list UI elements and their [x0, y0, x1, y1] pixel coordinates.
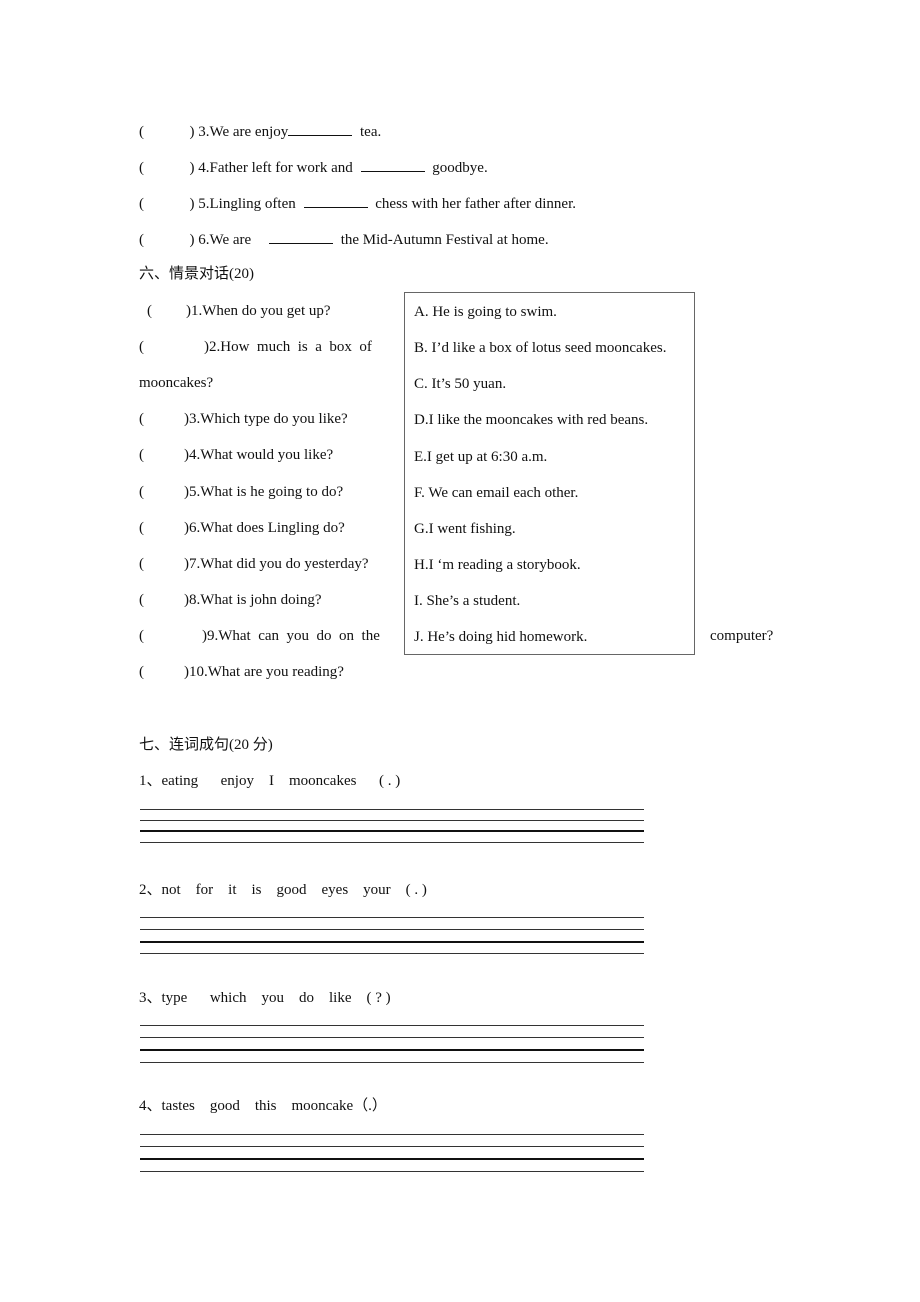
dialogue-question-10: ( )10.What are you reading?	[139, 663, 344, 681]
answer-paren-open: (	[139, 556, 144, 572]
writing-line	[140, 1049, 644, 1051]
answer-paren-close: )	[189, 196, 195, 212]
writing-line	[140, 820, 644, 821]
answer-paren-close: )	[189, 124, 195, 140]
writing-lines-4[interactable]	[140, 1134, 644, 1174]
sentence-item-3: 3、type which you do like ( ? )	[139, 990, 391, 1006]
writing-lines-3[interactable]	[140, 1025, 644, 1065]
option-b: B. I’d like a box of lotus seed mooncake…	[414, 340, 667, 356]
question-text: )9.What can you do on the	[202, 628, 380, 644]
writing-lines-2[interactable]	[140, 917, 644, 957]
blank-line[interactable]	[360, 157, 425, 172]
answer-paren-open: (	[139, 160, 144, 176]
writing-line	[140, 1158, 644, 1160]
writing-line	[140, 1025, 644, 1026]
answer-paren-open: (	[139, 124, 144, 140]
dialogue-question-1: ( )1.When do you get up?	[147, 302, 331, 320]
question-text: 6.We are	[198, 232, 252, 248]
option-g: G.I went fishing.	[414, 521, 516, 537]
answer-paren-open: (	[139, 664, 144, 680]
answer-paren-open: (	[139, 484, 144, 500]
option-c: C. It’s 50 yuan.	[414, 376, 507, 392]
dialogue-question-2-continuation: mooncakes?	[139, 374, 213, 392]
option-i: I. She’s a student.	[414, 593, 521, 609]
writing-lines-1[interactable]	[140, 809, 644, 849]
answer-paren-open: (	[139, 196, 144, 212]
answer-paren-open: (	[139, 520, 144, 536]
blank-line[interactable]	[288, 121, 353, 136]
question-tail: goodbye.	[432, 160, 488, 176]
sentence-item-1: 1、eating enjoy I mooncakes ( . )	[139, 773, 401, 789]
answer-paren-open: (	[139, 339, 144, 355]
writing-line	[140, 1062, 644, 1063]
question-text: )8.What is john doing?	[184, 592, 322, 608]
dialogue-question-9: ( )9.What can you do on the	[139, 627, 380, 645]
sentence-item-4: 4、tastes good this mooncake（.）	[139, 1098, 387, 1114]
question-text: mooncakes?	[139, 375, 214, 391]
option-f: F. We can email each other.	[414, 485, 579, 501]
writing-line	[140, 953, 644, 954]
fill-blank-item-6: ( ) 6.We are the Mid-Autumn Festival at …	[139, 229, 549, 249]
writing-line	[140, 917, 644, 918]
question-text: )2.How much is a box of	[204, 339, 372, 355]
question-text: 3.We are enjoy	[198, 124, 289, 140]
fill-blank-item-4: ( ) 4.Father left for work and goodbye.	[139, 157, 488, 177]
sentence-item-2: 2、not for it is good eyes your ( . )	[139, 882, 427, 898]
writing-line	[140, 842, 644, 843]
question-tail: the Mid-Autumn Festival at home.	[340, 232, 549, 248]
option-d: D.I like the mooncakes with red beans.	[414, 412, 649, 428]
question-text: )3.Which type do you like?	[184, 411, 348, 427]
answer-paren-close: )	[189, 160, 195, 176]
option-h: H.I ‘m reading a storybook.	[414, 557, 581, 573]
dialogue-question-2: ( )2.How much is a box of	[139, 338, 391, 356]
fill-blank-item-3: ( ) 3.We are enjoy tea.	[139, 121, 381, 141]
answer-paren-open: (	[139, 411, 144, 427]
question-tail: tea.	[360, 124, 382, 140]
question-text: 4.Father left for work and	[198, 160, 353, 176]
writing-line	[140, 830, 644, 832]
dialogue-question-5: ( )5.What is he going to do?	[139, 483, 343, 501]
answer-paren-close: )	[189, 232, 195, 248]
dialogue-question-4: ( )4.What would you like?	[139, 446, 333, 464]
question-tail: chess with her father after dinner.	[375, 196, 576, 212]
answer-paren-open: (	[147, 303, 152, 319]
dialogue-question-7: ( )7.What did you do yesterday?	[139, 555, 369, 573]
section-7-title: 七、连词成句(20 分)	[139, 737, 273, 753]
question-text: 5.Lingling often	[198, 196, 296, 212]
answer-paren-open: (	[139, 447, 144, 463]
dialogue-question-6: ( )6.What does Lingling do?	[139, 519, 345, 537]
dialogue-question-3: ( )3.Which type do you like?	[139, 410, 348, 428]
question-text: )5.What is he going to do?	[184, 484, 344, 500]
answer-paren-open: (	[139, 232, 144, 248]
writing-line	[140, 1134, 644, 1135]
dialogue-question-8: ( )8.What is john doing?	[139, 591, 321, 609]
option-j: J. He’s doing hid homework.	[414, 629, 588, 645]
writing-line	[140, 1146, 644, 1147]
question-text: )7.What did you do yesterday?	[184, 556, 369, 572]
question-text: )1.When do you get up?	[186, 303, 331, 319]
writing-line	[140, 929, 644, 930]
fill-blank-item-5: ( ) 5.Lingling often chess with her fath…	[139, 193, 576, 213]
question-text: )6.What does Lingling do?	[184, 520, 345, 536]
blank-line[interactable]	[303, 193, 368, 208]
answer-paren-open: (	[139, 592, 144, 608]
question-text: )10.What are you reading?	[184, 664, 344, 680]
writing-line	[140, 941, 644, 943]
answer-options-box: A. He is going to swim. B. I’d like a bo…	[404, 292, 695, 655]
question-text: )4.What would you like?	[184, 447, 334, 463]
writing-line	[140, 1037, 644, 1038]
section-6-title: 六、情景对话(20)	[139, 266, 254, 282]
answer-paren-open: (	[139, 628, 144, 644]
writing-line	[140, 809, 644, 810]
blank-line[interactable]	[268, 229, 333, 244]
option-a: A. He is going to swim.	[414, 304, 557, 320]
dialogue-question-9-continuation: computer?	[710, 628, 774, 644]
writing-line	[140, 1171, 644, 1172]
option-e: E.I get up at 6:30 a.m.	[414, 449, 548, 465]
